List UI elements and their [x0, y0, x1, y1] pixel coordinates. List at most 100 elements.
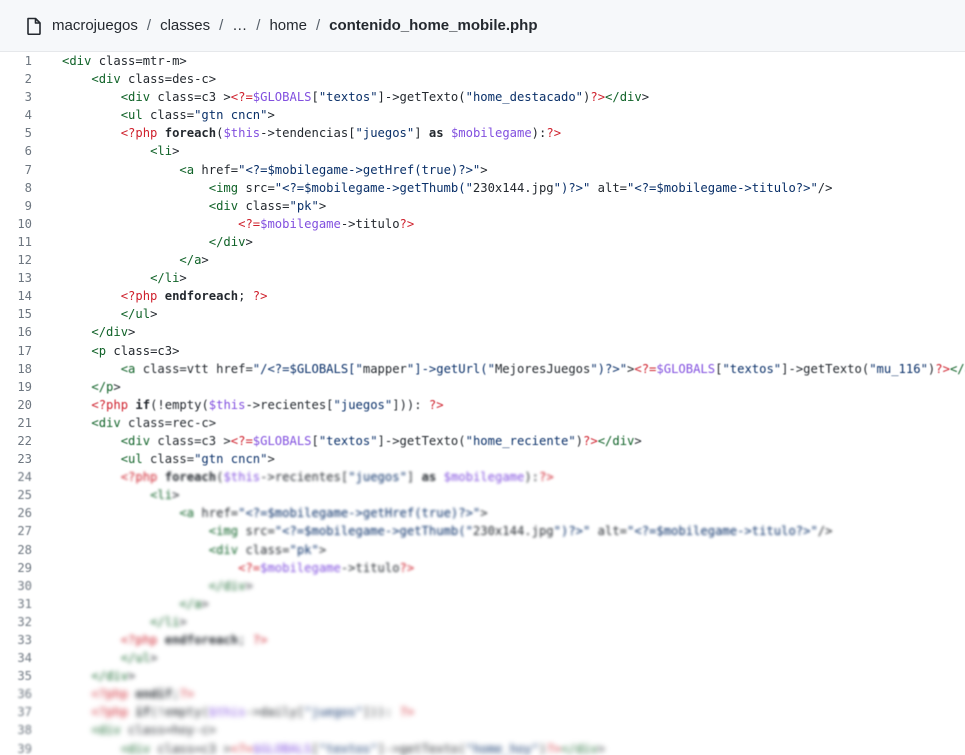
- code-line-text: </a>: [179, 253, 209, 268]
- breadcrumb-separator: /: [219, 17, 224, 34]
- code-line-text: </a>: [179, 596, 209, 611]
- line-number[interactable]: 21: [0, 414, 62, 432]
- line-number[interactable]: 6: [0, 142, 62, 160]
- line-number[interactable]: 29: [0, 559, 62, 577]
- code-line-text: <div class=rec-c>: [91, 415, 217, 430]
- line-number[interactable]: 25: [0, 486, 62, 504]
- line-number[interactable]: 36: [0, 685, 62, 703]
- line-number[interactable]: 8: [0, 179, 62, 197]
- code-line-text: </li>: [150, 271, 187, 286]
- line-number[interactable]: 19: [0, 378, 62, 396]
- code-line-text: <a href="<?=$mobilegame->getHref(true)?>…: [179, 506, 488, 521]
- line-number[interactable]: 23: [0, 450, 62, 468]
- code-line: 10 <?=$mobilegame->titulo?>: [0, 215, 965, 233]
- line-number[interactable]: 32: [0, 613, 62, 631]
- line-number[interactable]: 27: [0, 522, 62, 540]
- line-number[interactable]: 12: [0, 251, 62, 269]
- line-number[interactable]: 26: [0, 504, 62, 522]
- code-line-text: <div class="pk">: [208, 542, 327, 557]
- code-line: 15 </ul>: [0, 305, 965, 323]
- code-line-text: </ul>: [120, 307, 158, 322]
- line-number[interactable]: 24: [0, 468, 62, 486]
- breadcrumb-link-home[interactable]: home: [269, 17, 307, 34]
- code-line: 8 <img src="<?=$mobilegame->getThumb("23…: [0, 179, 965, 197]
- code-line-text: </ul>: [120, 651, 158, 666]
- code-line: 24 <?php foreach($this->recientes["juego…: [0, 468, 965, 486]
- code-line-text: <div class=hoy-c>: [91, 723, 217, 738]
- code-line-text: <?php endforeach; ?>: [120, 633, 268, 647]
- line-number[interactable]: 18: [0, 360, 62, 378]
- line-number[interactable]: 22: [0, 432, 62, 450]
- breadcrumb-current-file: contenido_home_mobile.php: [329, 17, 538, 34]
- line-number[interactable]: 35: [0, 667, 62, 685]
- code-line-text: <div class=c3 ><?=$GLOBALS["textos"]->ge…: [120, 433, 642, 448]
- line-number[interactable]: 4: [0, 106, 62, 124]
- line-number[interactable]: 15: [0, 305, 62, 323]
- code-viewer[interactable]: 1 <div class=mtr-m> 2 <div class=des-c> 3 <…: [0, 52, 965, 755]
- code-line-text: <ul class="gtn cncn">: [120, 108, 275, 123]
- code-line: 17 <p class=c3>: [0, 342, 965, 360]
- code-line: 32 </li>: [0, 613, 965, 631]
- line-number[interactable]: 3: [0, 88, 62, 106]
- code-line-text: <img src="<?=$mobilegame->getThumb("230x…: [208, 524, 833, 539]
- code-line: 21 <div class=rec-c>: [0, 414, 965, 432]
- code-line-text: </div>: [91, 325, 136, 340]
- breadcrumb-separator: /: [146, 17, 152, 34]
- line-number[interactable]: 30: [0, 577, 62, 595]
- code-line-text: <?php endif;?>: [91, 687, 195, 702]
- line-number[interactable]: 10: [0, 215, 62, 233]
- code-line: 33 <?php endforeach; ?>: [0, 631, 965, 649]
- code-line-text: </div>: [91, 669, 136, 684]
- code-line: 9 <div class="pk">: [0, 197, 965, 215]
- code-line-text: <div class=des-c>: [91, 72, 217, 87]
- code-line: 29 <?=$mobilegame->titulo?>: [0, 559, 965, 577]
- line-number[interactable]: 28: [0, 541, 62, 559]
- line-number[interactable]: 14: [0, 287, 62, 305]
- code-line: 35 </div>: [0, 667, 965, 685]
- code-line: 20 <?php if(!empty($this->recientes["jue…: [0, 396, 965, 414]
- code-line-text: <?php endforeach; ?>: [120, 289, 268, 304]
- code-line: 3 <div class=c3 ><?=$GLOBALS["textos"]->…: [0, 88, 965, 106]
- line-number[interactable]: 13: [0, 269, 62, 287]
- code-line-text: <?php foreach($this->recientes["juegos"]…: [120, 470, 554, 485]
- line-number[interactable]: 38: [0, 721, 62, 739]
- code-line: 37 <?php if(!empty($this->daily["juegos"…: [0, 703, 965, 721]
- line-number[interactable]: 16: [0, 323, 62, 341]
- code-line: 25 <li>: [0, 486, 965, 504]
- line-number[interactable]: 7: [0, 161, 62, 179]
- breadcrumb-separator: /: [256, 17, 261, 34]
- code-line-text: <div class=mtr-m>: [62, 54, 187, 68]
- line-number[interactable]: 11: [0, 233, 62, 251]
- code-line-text: <?=$mobilegame->titulo?>: [238, 560, 415, 575]
- line-number[interactable]: 34: [0, 649, 62, 667]
- code-line: 23 <ul class="gtn cncn">: [0, 450, 965, 468]
- code-line: 28 <div class="pk">: [0, 541, 965, 559]
- code-line: 7 <a href="<?=$mobilegame->getHref(true)…: [0, 161, 965, 179]
- line-number[interactable]: 39: [0, 740, 62, 755]
- code-line-text: <div class=c3 ><?=$GLOBALS["textos"]->ge…: [120, 741, 606, 755]
- code-line-text: </div>: [208, 578, 253, 593]
- line-number[interactable]: 9: [0, 197, 62, 215]
- code-line: 27 <img src="<?=$mobilegame->getThumb("2…: [0, 522, 965, 540]
- code-line-text: <?php if(!empty($this->daily["juegos"]))…: [91, 705, 415, 720]
- line-number[interactable]: 2: [0, 70, 62, 88]
- code-line: 38 <div class=hoy-c>: [0, 721, 965, 739]
- line-number[interactable]: 20: [0, 396, 62, 414]
- code-line: 39 <div class=c3 ><?=$GLOBALS["textos"]-…: [0, 740, 965, 755]
- line-number[interactable]: 37: [0, 703, 62, 721]
- line-number[interactable]: 5: [0, 124, 62, 142]
- line-number[interactable]: 1: [0, 52, 62, 70]
- breadcrumb-link-ellipsis[interactable]: …: [232, 17, 247, 34]
- line-number[interactable]: 17: [0, 342, 62, 360]
- line-number[interactable]: 33: [0, 631, 62, 649]
- code-line: 36 <?php endif;?>: [0, 685, 965, 703]
- breadcrumb-link-classes[interactable]: classes: [160, 17, 210, 34]
- file-breadcrumb-bar: macrojuegos / classes / … / home / conte…: [0, 0, 965, 52]
- code-line: 11 </div>: [0, 233, 965, 251]
- code-line: 16 </div>: [0, 323, 965, 341]
- code-line: 1 <div class=mtr-m>: [0, 52, 965, 70]
- line-number[interactable]: 31: [0, 595, 62, 613]
- code-line: 13 </li>: [0, 269, 965, 287]
- code-line: 12 </a>: [0, 251, 965, 269]
- breadcrumb-link-macrojuegos[interactable]: macrojuegos: [52, 17, 138, 34]
